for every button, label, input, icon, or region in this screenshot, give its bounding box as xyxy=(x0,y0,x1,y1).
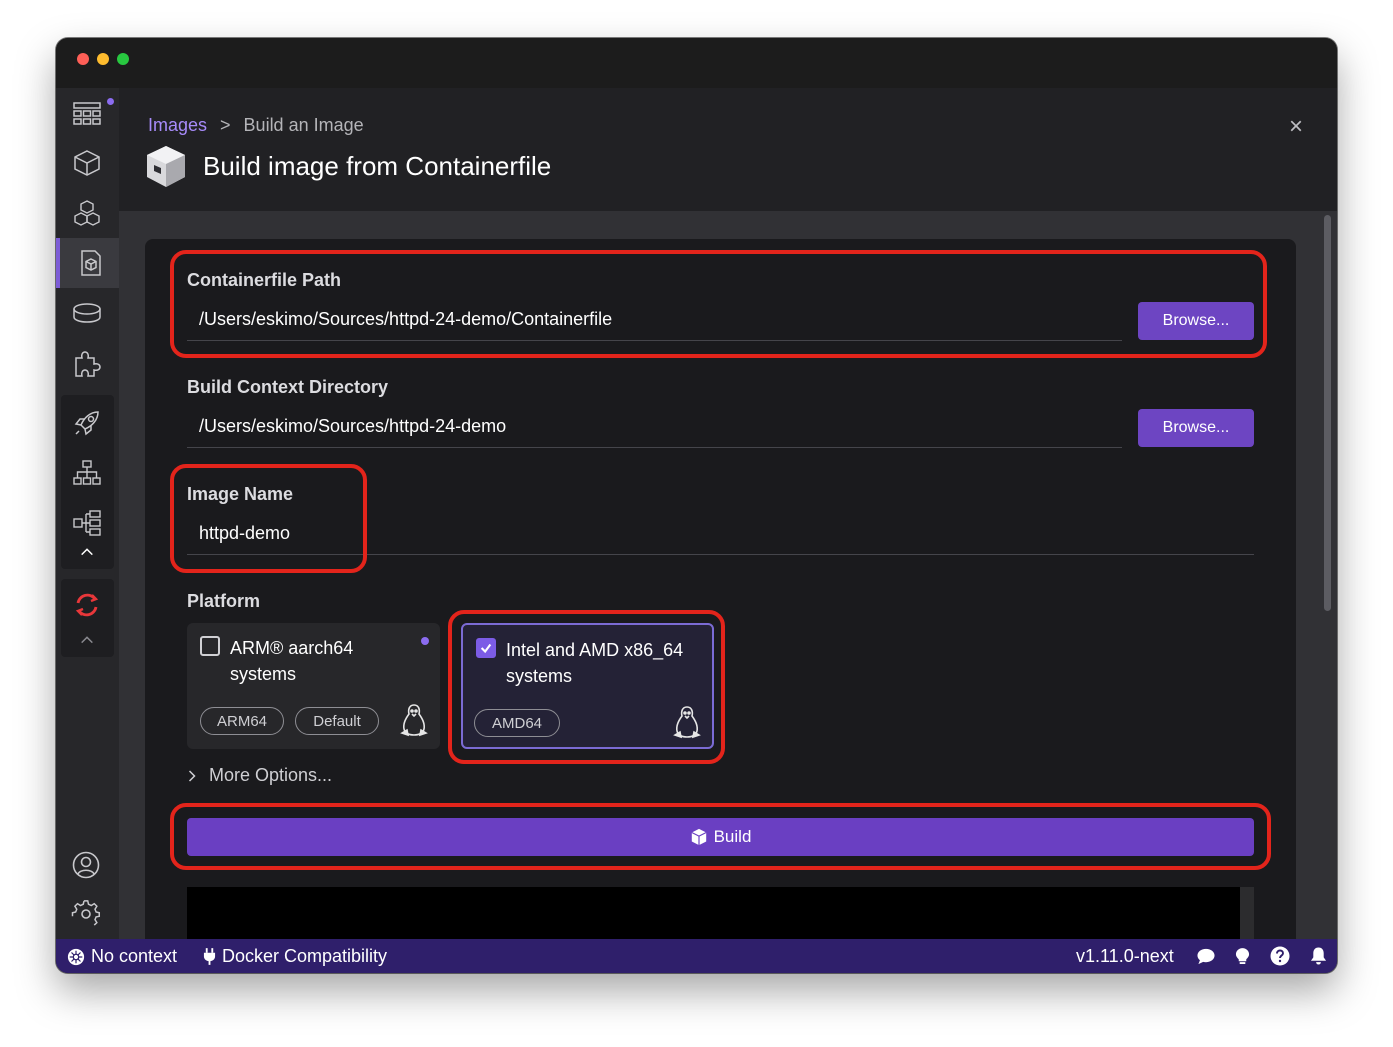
sidebar xyxy=(56,88,119,939)
help-icon xyxy=(1270,946,1290,966)
build-context-input[interactable]: /Users/eskimo/Sources/httpd-24-demo xyxy=(187,406,1122,448)
settings-icon xyxy=(71,900,101,926)
chevron-up-icon xyxy=(81,548,93,556)
more-options-label: More Options... xyxy=(209,765,333,785)
sidebar-item-containers[interactable] xyxy=(63,141,111,185)
linux-tux-icon xyxy=(400,704,428,737)
bell-icon xyxy=(1310,947,1327,965)
plug-icon xyxy=(203,948,216,965)
kubernetes-wheel-icon xyxy=(67,948,85,965)
tips-button[interactable] xyxy=(1235,947,1250,966)
kubernetes-group xyxy=(61,395,114,569)
account-icon xyxy=(72,851,100,879)
sidebar-account-button[interactable] xyxy=(62,843,110,887)
deployments-icon xyxy=(74,411,99,436)
build-context-label: Build Context Directory xyxy=(187,377,389,397)
build-image-icon xyxy=(147,146,185,187)
sidebar-item-extensions[interactable] xyxy=(63,341,111,385)
default-badge: Default xyxy=(295,707,379,735)
help-button[interactable] xyxy=(1270,946,1290,966)
maximize-window-button[interactable] xyxy=(117,53,129,65)
breadcrumb-images-link[interactable]: Images xyxy=(148,115,207,136)
chat-bubble-icon xyxy=(1197,948,1215,965)
chevron-up-icon xyxy=(81,636,93,644)
sidebar-settings-button[interactable] xyxy=(62,892,110,936)
container-icon xyxy=(74,150,100,176)
collapse-extensions-button[interactable] xyxy=(63,627,111,653)
highlight-build-button xyxy=(170,803,1271,870)
sidebar-item-dashboard[interactable] xyxy=(63,91,111,135)
sidebar-item-openshift[interactable] xyxy=(63,583,111,627)
sidebar-item-pods[interactable] xyxy=(63,191,111,235)
build-context-value: /Users/eskimo/Sources/httpd-24-demo xyxy=(199,416,507,436)
highlight-containerfile-path xyxy=(170,250,1267,358)
status-context[interactable]: No context xyxy=(67,946,177,967)
feedback-button[interactable] xyxy=(1196,947,1216,966)
platform-label: Platform xyxy=(187,591,261,611)
highlight-amd64-platform xyxy=(448,610,725,764)
ingresses-icon xyxy=(73,510,101,536)
page-title: Build image from Containerfile xyxy=(203,151,552,181)
status-version-label: v1.11.0-next xyxy=(1076,946,1174,966)
chevron-right-icon xyxy=(188,769,196,782)
notifications-button[interactable] xyxy=(1310,946,1327,966)
page-header: Images > Build an Image Build image from… xyxy=(119,88,1337,211)
breadcrumb: Images > Build an Image xyxy=(148,115,364,136)
sidebar-item-deployments[interactable] xyxy=(63,401,111,445)
arm64-badge: ARM64 xyxy=(200,707,284,735)
volumes-icon xyxy=(73,303,101,323)
content-scrollbar[interactable] xyxy=(1324,215,1331,611)
dashboard-icon xyxy=(73,102,101,125)
close-window-button[interactable] xyxy=(77,53,89,65)
pods-icon xyxy=(74,200,100,226)
status-version: v1.11.0-next xyxy=(1076,946,1174,967)
more-options-toggle[interactable]: More Options... xyxy=(187,765,332,786)
redhat-sync-icon xyxy=(75,593,99,617)
sidebar-item-images[interactable] xyxy=(56,238,119,288)
close-page-button[interactable]: × xyxy=(1289,113,1303,141)
breadcrumb-separator: > xyxy=(220,115,231,135)
status-context-label: No context xyxy=(91,946,178,966)
status-docker-compat[interactable]: Docker Compatibility xyxy=(203,946,387,967)
sidebar-item-services[interactable] xyxy=(63,451,111,495)
arm64-checkbox[interactable] xyxy=(200,636,220,656)
extensions-icon xyxy=(75,351,101,377)
breadcrumb-current: Build an Image xyxy=(243,115,364,135)
minimize-window-button[interactable] xyxy=(97,53,109,65)
default-indicator-dot xyxy=(421,637,429,645)
services-icon xyxy=(73,460,101,485)
images-icon xyxy=(80,250,101,276)
highlight-image-name xyxy=(170,464,367,573)
collapse-kubernetes-button[interactable] xyxy=(63,539,111,565)
title-bar xyxy=(56,38,1337,88)
arm64-title: ARM® aarch64 systems xyxy=(230,638,354,684)
status-docker-compat-label: Docker Compatibility xyxy=(222,946,388,966)
build-context-browse-button[interactable]: Browse... xyxy=(1138,409,1254,447)
extensions-group xyxy=(61,579,114,657)
platform-option-arm64[interactable]: ARM® aarch64 systems ARM64 Default xyxy=(187,623,440,749)
lightbulb-icon xyxy=(1235,948,1250,964)
sidebar-item-volumes[interactable] xyxy=(63,291,111,335)
notification-dot xyxy=(107,98,114,105)
status-bar: No context Docker Compatibility v1.11.0-… xyxy=(56,939,1337,973)
